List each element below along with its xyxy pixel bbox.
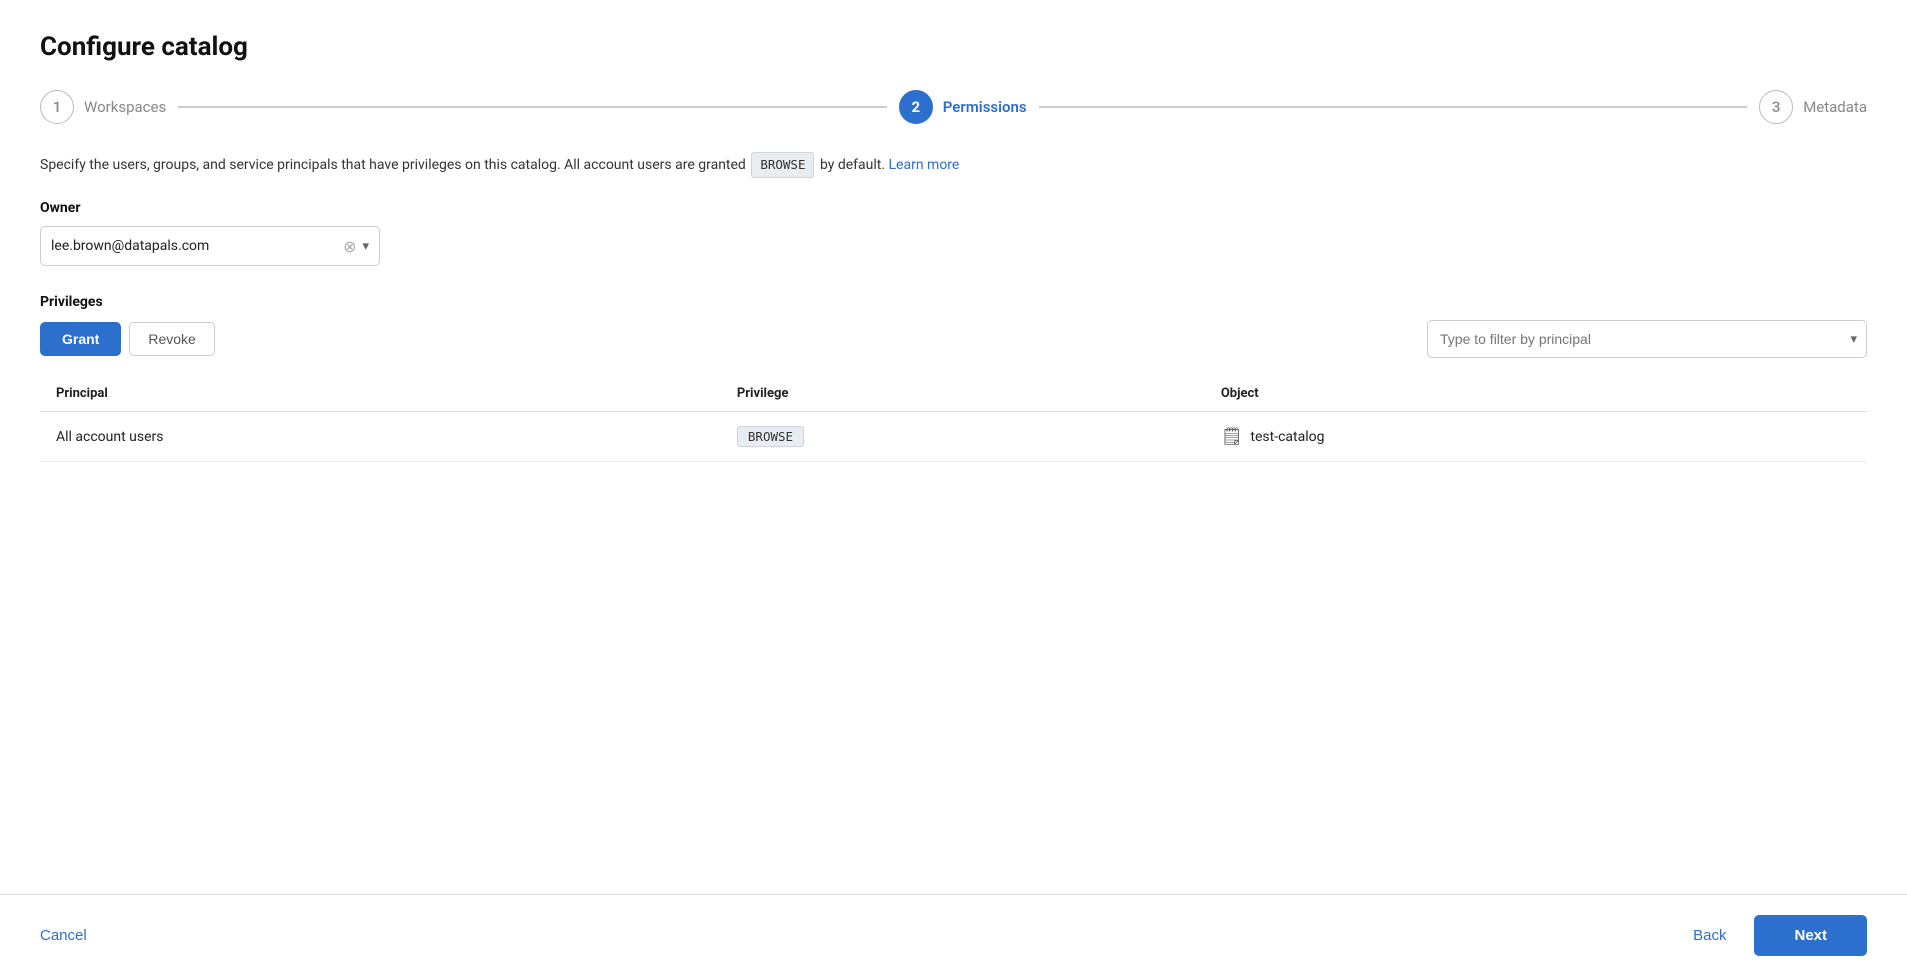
- step-workspaces: 1 Workspaces: [40, 90, 166, 124]
- cell-object: 🗒 test-catalog: [1205, 412, 1867, 462]
- privileges-section: Privileges Grant Revoke ▾ Principal Priv…: [40, 294, 1867, 894]
- stepper: 1 Workspaces 2 Permissions 3 Metadata: [40, 90, 1867, 124]
- cell-principal: All account users: [40, 412, 721, 462]
- revoke-button[interactable]: Revoke: [129, 322, 214, 356]
- filter-wrapper: ▾: [1427, 320, 1867, 358]
- table-row: All account users BROWSE 🗒 test-catalog: [40, 412, 1867, 462]
- owner-value: lee.brown@datapals.com: [51, 238, 343, 254]
- catalog-icon: 🗒: [1221, 427, 1243, 447]
- description: Specify the users, groups, and service p…: [40, 152, 1867, 178]
- page-title: Configure catalog: [40, 32, 1867, 62]
- next-button[interactable]: Next: [1754, 915, 1867, 956]
- browse-badge: BROWSE: [751, 152, 814, 178]
- learn-more-link[interactable]: Learn more: [889, 157, 960, 173]
- object-name: test-catalog: [1250, 429, 1324, 445]
- step-2-circle: 2: [899, 90, 933, 124]
- privileges-label: Privileges: [40, 294, 1867, 310]
- filter-input[interactable]: [1427, 320, 1867, 358]
- privilege-table: Principal Privilege Object All account u…: [40, 376, 1867, 462]
- action-btn-group: Grant Revoke: [40, 322, 215, 356]
- cell-privilege: BROWSE: [721, 412, 1205, 462]
- step-1-label: Workspaces: [84, 98, 166, 116]
- grant-button[interactable]: Grant: [40, 322, 121, 356]
- step-metadata: 3 Metadata: [1759, 90, 1867, 124]
- clear-icon[interactable]: ⊗: [343, 237, 356, 256]
- cancel-button[interactable]: Cancel: [40, 919, 87, 952]
- step-1-circle: 1: [40, 90, 74, 124]
- footer-right: Back Next: [1677, 915, 1867, 956]
- chevron-down-icon: ▾: [362, 239, 369, 254]
- col-object: Object: [1205, 376, 1867, 412]
- step-2-label: Permissions: [943, 98, 1027, 116]
- owner-select[interactable]: lee.brown@datapals.com ⊗ ▾: [40, 226, 380, 266]
- step-line-1: [178, 106, 887, 108]
- description-after: by default.: [820, 157, 885, 173]
- step-3-label: Metadata: [1803, 98, 1867, 116]
- col-privilege: Privilege: [721, 376, 1205, 412]
- step-3-circle: 3: [1759, 90, 1793, 124]
- col-principal: Principal: [40, 376, 721, 412]
- footer: Cancel Back Next: [0, 894, 1907, 976]
- back-button[interactable]: Back: [1677, 919, 1742, 952]
- step-line-2: [1039, 106, 1748, 108]
- privilege-badge: BROWSE: [737, 426, 804, 447]
- owner-label: Owner: [40, 200, 1867, 216]
- description-before: Specify the users, groups, and service p…: [40, 157, 746, 173]
- object-cell: 🗒 test-catalog: [1221, 427, 1851, 447]
- step-permissions: 2 Permissions: [899, 90, 1027, 124]
- privileges-header: Grant Revoke ▾: [40, 320, 1867, 358]
